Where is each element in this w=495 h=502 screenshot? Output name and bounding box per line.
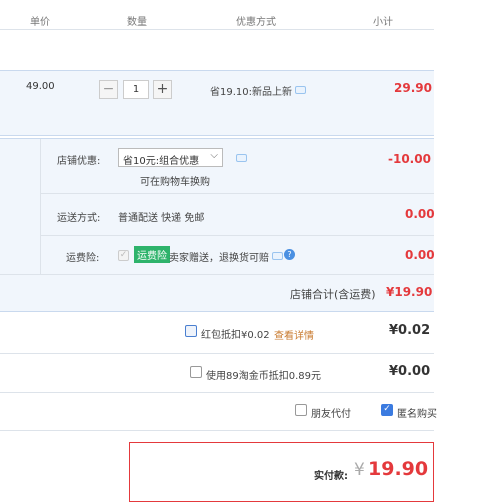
taojinbi-label: 使用89淘金币抵扣0.89元 [206, 371, 321, 382]
payment-currency: ¥ [354, 460, 365, 480]
payment-label: 实付款: [314, 471, 348, 482]
redpacket-details-link[interactable]: 查看详情 [274, 327, 314, 342]
redpacket-amount: ¥0.02 [389, 323, 431, 338]
header-divider [0, 29, 434, 30]
taojinbi-amount: ¥0.00 [389, 364, 431, 379]
item-subtotal: 29.90 [394, 81, 432, 95]
col-unit-price: 单价 [30, 17, 50, 28]
anonymous-checkbox[interactable]: ✓ [381, 404, 393, 416]
redpacket-label: 红包抵扣¥0.02 [201, 330, 270, 341]
divider [0, 430, 434, 431]
quantity-increase-button[interactable]: + [153, 80, 172, 99]
insurance-checkbox[interactable]: ✓ [118, 250, 129, 261]
chat-icon[interactable] [236, 154, 247, 162]
quantity-input[interactable]: 1 [123, 80, 149, 99]
payment-box: 实付款: ¥ 19.90 [129, 442, 434, 502]
insurance-badge: 运费险 [134, 246, 170, 263]
chevron-down-icon: ⌵ [210, 150, 218, 161]
redpacket-checkbox[interactable] [185, 325, 197, 337]
chat-icon[interactable] [272, 252, 283, 260]
help-icon[interactable]: ? [284, 249, 295, 260]
divider [0, 274, 434, 275]
item-price: 49.00 [26, 81, 55, 92]
anonymous-label: 匿名购买 [397, 409, 437, 420]
divider [40, 235, 434, 236]
shop-total-amount: ¥19.90 [386, 285, 433, 299]
shipping-label: 运送方式: [57, 213, 101, 224]
shop-discount-select-value: 省10元:组合优惠 [123, 156, 200, 167]
shipping-value: 普通配送 快递 免邮 [118, 213, 205, 224]
col-discount: 优惠方式 [236, 17, 276, 28]
insurance-amount: 0.00 [405, 248, 435, 262]
item-row: 49.00 − 1 + 省19.10:新品上新 29.90 [0, 70, 434, 136]
shop-section: 店铺优惠: 省10元:组合优惠 ⌵ 可在购物车换购 -10.00 运送方式: 普… [0, 138, 435, 312]
col-quantity: 数量 [127, 17, 147, 28]
divider [0, 392, 434, 393]
quantity-decrease-button[interactable]: − [99, 80, 118, 99]
friend-pay-label: 朋友代付 [311, 409, 351, 420]
payment-amount: 19.90 [368, 458, 429, 480]
insurance-label: 运费险: [66, 253, 100, 264]
item-promo: 省19.10:新品上新 [210, 87, 292, 98]
shop-discount-amount: -10.00 [388, 152, 431, 166]
taojinbi-checkbox[interactable] [190, 366, 202, 378]
shop-discount-select[interactable]: 省10元:组合优惠 ⌵ [118, 148, 223, 167]
shipping-amount: 0.00 [405, 207, 435, 221]
shop-total-label: 店铺合计(含运费) [290, 288, 376, 301]
col-subtotal: 小计 [373, 17, 393, 28]
shop-left-divider [40, 139, 41, 274]
shop-discount-label: 店铺优惠: [57, 156, 101, 167]
shop-discount-sub: 可在购物车换购 [140, 177, 210, 188]
divider [0, 353, 434, 354]
chat-icon[interactable] [295, 86, 306, 94]
divider [40, 193, 434, 194]
insurance-text: 卖家赠送，退换货可赔 [169, 253, 269, 264]
friend-pay-checkbox[interactable] [295, 404, 307, 416]
